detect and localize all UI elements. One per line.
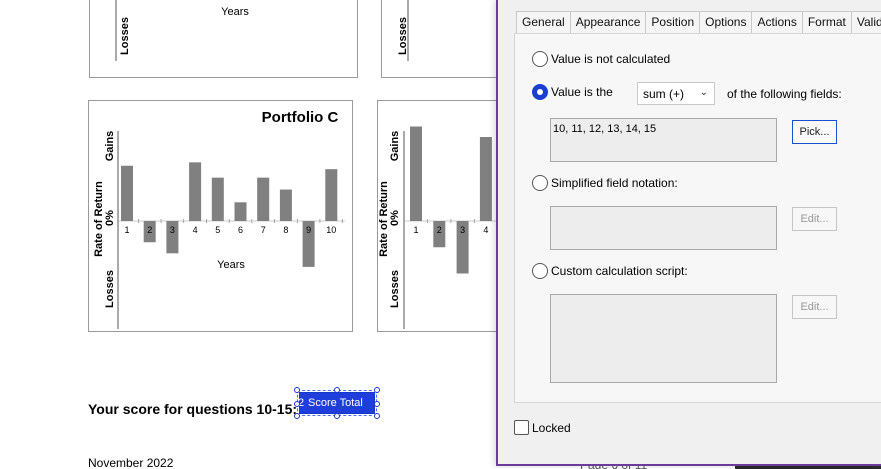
x-tick-label: 2 xyxy=(147,225,152,235)
x-tick-label: 3 xyxy=(170,225,175,235)
bar xyxy=(121,165,133,221)
calc-function-select[interactable]: sum (+) ⌄ xyxy=(637,82,715,105)
x-tick-label: 1 xyxy=(413,225,418,235)
radio-not-calculated[interactable] xyxy=(532,51,548,67)
option-value-is[interactable]: Value is the xyxy=(532,84,613,100)
resize-handle[interactable] xyxy=(374,401,380,407)
fields-list-textarea[interactable]: 10, 11, 12, 13, 14, 15 xyxy=(550,118,777,162)
locked-checkbox[interactable] xyxy=(514,420,529,435)
zero-label: 0% xyxy=(104,210,116,226)
gains-label: Gains xyxy=(104,131,116,162)
zero-label: 0% xyxy=(389,210,401,226)
chart-top-right-svg: Losses xyxy=(397,0,409,61)
tab-validate[interactable]: Validate xyxy=(850,11,881,33)
tab-general[interactable]: General xyxy=(516,11,571,33)
resize-handle[interactable] xyxy=(374,387,380,393)
calc-function-value: sum (+) xyxy=(643,87,685,101)
resize-handle[interactable] xyxy=(294,413,300,419)
tab-actions[interactable]: Actions xyxy=(751,11,803,33)
option-not-calculated[interactable]: Value is not calculated xyxy=(532,51,670,67)
following-fields-label: of the following fields: xyxy=(727,87,842,101)
x-tick-label: 9 xyxy=(306,225,311,235)
tab-options[interactable]: Options xyxy=(699,11,753,33)
radio-custom[interactable] xyxy=(532,263,548,279)
option-custom[interactable]: Custom calculation script: xyxy=(532,263,688,279)
x-tick-label: 1 xyxy=(124,225,129,235)
chart-top-left: Years Losses xyxy=(89,0,358,78)
losses-label: Losses xyxy=(389,270,401,308)
resize-handle[interactable] xyxy=(334,387,340,393)
bar xyxy=(479,137,492,221)
bar xyxy=(211,177,224,221)
footer-date: November 2022 xyxy=(88,456,174,469)
x-tick-label: 7 xyxy=(261,225,266,235)
chevron-down-icon: ⌄ xyxy=(699,87,708,98)
calculate-panel: Value is not calculated Value is the sum… xyxy=(514,33,881,403)
bar xyxy=(410,126,422,221)
radio-value-is[interactable] xyxy=(532,84,548,100)
pick-button[interactable]: Pick... xyxy=(792,120,837,144)
x-axis-label: Years xyxy=(217,259,245,271)
bar xyxy=(189,162,202,221)
bar xyxy=(325,169,338,221)
chart-portfolio-c: Portfolio C Rate of Return Gains 0% Loss… xyxy=(88,100,353,332)
option-value-is-label: Value is the xyxy=(551,85,613,99)
option-custom-label: Custom calculation script: xyxy=(551,264,688,278)
x-tick-label: 4 xyxy=(193,225,198,235)
locked-label: Locked xyxy=(532,420,571,435)
edit-custom-button[interactable]: Edit... xyxy=(792,295,837,319)
x-tick-label: 8 xyxy=(283,225,288,235)
chart-portfolio-c-svg: Portfolio C Rate of Return Gains 0% Loss… xyxy=(93,109,345,329)
option-not-calculated-label: Value is not calculated xyxy=(551,52,671,66)
locked-option[interactable]: Locked xyxy=(514,420,571,435)
x-tick-label: 2 xyxy=(437,225,442,235)
chart-title: Portfolio C xyxy=(262,109,339,126)
custom-script-textarea[interactable] xyxy=(550,294,777,383)
tab-appearance[interactable]: Appearance xyxy=(569,11,647,33)
losses-label: Losses xyxy=(104,270,116,308)
option-simplified[interactable]: Simplified field notation: xyxy=(532,175,678,191)
radio-simplified[interactable] xyxy=(532,175,548,191)
simplified-notation-textarea[interactable] xyxy=(550,206,777,250)
losses-label: Losses xyxy=(397,17,409,55)
x-tick-label: 6 xyxy=(238,225,243,235)
edit-simplified-button[interactable]: Edit... xyxy=(792,207,837,231)
resize-handle[interactable] xyxy=(374,413,380,419)
bar xyxy=(279,189,292,221)
score-field-name: Score Total xyxy=(308,397,363,409)
field-properties-dialog: General Appearance Position Options Acti… xyxy=(496,0,881,466)
x-tick-label: 10 xyxy=(326,225,336,235)
x-axis-label: Years xyxy=(221,6,249,18)
bar xyxy=(257,177,270,221)
x-tick-label: 5 xyxy=(215,225,220,235)
resize-handle[interactable] xyxy=(294,401,300,407)
chart-top-left-svg: Years Losses xyxy=(115,0,249,61)
chart-top-right: Losses xyxy=(381,0,501,78)
x-tick-label: 4 xyxy=(483,225,488,235)
score-total-field[interactable]: 2 Score Total xyxy=(294,387,380,419)
resize-handle[interactable] xyxy=(334,413,340,419)
chart-portfolio-d-svg: Rate of Return Gains 0% Losses 1234 xyxy=(378,126,500,329)
tab-format[interactable]: Format xyxy=(801,11,852,33)
score-label: Your score for questions 10-15: xyxy=(88,401,298,417)
gains-label: Gains xyxy=(389,131,401,162)
chart-portfolio-d: Rate of Return Gains 0% Losses 1234 xyxy=(377,100,501,332)
bar xyxy=(234,202,247,221)
tab-position[interactable]: Position xyxy=(645,11,701,33)
tab-bar: General Appearance Position Options Acti… xyxy=(516,11,881,33)
option-simplified-label: Simplified field notation: xyxy=(551,176,678,190)
losses-label: Losses xyxy=(119,17,131,55)
x-tick-label: 3 xyxy=(460,225,465,235)
resize-handle[interactable] xyxy=(294,387,300,393)
